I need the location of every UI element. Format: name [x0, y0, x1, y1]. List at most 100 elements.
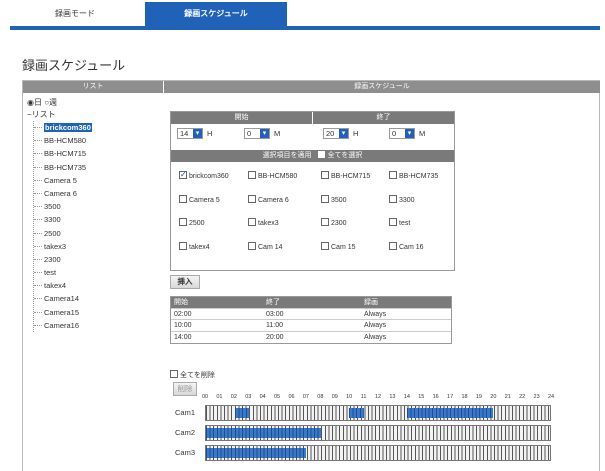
tree-item[interactable]: 3500 — [34, 200, 161, 213]
tree-root-label: リスト — [31, 110, 56, 119]
camera-checkbox[interactable] — [389, 241, 397, 250]
timeline-segment[interactable] — [206, 428, 321, 438]
insert-button[interactable]: 挿入 — [170, 275, 200, 289]
camera-checkbox-item[interactable]: BB-HCM715 — [321, 171, 370, 181]
schedule-table-header: 開始 終了 録画 — [171, 297, 451, 309]
camera-checkbox-item[interactable]: Camera 6 — [248, 194, 289, 205]
camera-checkbox[interactable] — [179, 170, 187, 179]
tree-item[interactable]: Camera14 — [34, 292, 161, 305]
camera-checkbox-label: Camera 5 — [189, 196, 220, 204]
hour-tick-label: 05 — [274, 394, 281, 400]
camera-checkbox[interactable] — [321, 171, 329, 179]
camera-checkbox-label: BB-HCM735 — [399, 173, 439, 180]
tree-item[interactable]: brickcom360 — [34, 121, 161, 134]
end-hour-select[interactable]: 20 — [323, 128, 349, 139]
hour-tick-label: 16 — [432, 394, 439, 400]
start-hour-select[interactable]: 14 — [177, 128, 203, 139]
delete-all-checkbox[interactable] — [170, 370, 178, 378]
camera-checkbox-item[interactable]: 3500 — [321, 194, 347, 205]
camera-checkbox-item[interactable]: Cam 16 — [389, 241, 424, 252]
cell-end: 11:00 — [266, 322, 283, 329]
tree-item[interactable]: 2300 — [34, 253, 161, 266]
hour-tick-label: 15 — [418, 394, 425, 400]
hour-tick-label: 14 — [403, 394, 410, 400]
camera-checkbox[interactable] — [248, 218, 256, 226]
timeline-segment[interactable] — [206, 448, 307, 458]
camera-checkbox[interactable] — [321, 241, 329, 250]
hour-tick-label: 10 — [346, 394, 353, 400]
end-header: 終了 — [313, 112, 454, 124]
camera-checkbox[interactable] — [321, 194, 329, 203]
camera-checkbox-item[interactable]: 3300 — [389, 194, 415, 205]
tree-item[interactable]: 3300 — [34, 213, 161, 226]
timeline-segment[interactable] — [406, 408, 493, 418]
cell-recording: Always — [364, 333, 387, 341]
camera-checkbox-item[interactable]: 2300 — [321, 218, 347, 228]
radio-day[interactable]: ◉日 — [27, 98, 42, 107]
camera-checkbox[interactable] — [321, 218, 329, 226]
delete-button[interactable]: 削除 — [173, 382, 197, 396]
table-row[interactable]: 02:00 03:00 Always — [171, 309, 451, 320]
camera-checkbox-item[interactable]: brickcom360 — [179, 170, 229, 181]
hour-tick-label: 18 — [461, 394, 468, 400]
tree-item[interactable]: 2500 — [34, 227, 161, 240]
table-row[interactable]: 10:00 11:00 Always — [171, 320, 451, 332]
tree-item[interactable]: BB-HCM580 — [34, 134, 161, 147]
tree-item[interactable]: Camera 6 — [34, 187, 161, 200]
view-radio-group: ◉日 ○週 — [27, 97, 161, 109]
camera-checkbox-item[interactable]: Camera 5 — [179, 194, 220, 205]
table-row[interactable]: 14:00 20:00 Always — [171, 332, 451, 344]
delete-all-option[interactable]: 全てを削除 — [170, 370, 215, 380]
hour-tick-label: 04 — [259, 394, 266, 400]
camera-checkbox[interactable] — [179, 241, 187, 250]
end-minute-select[interactable]: 0 — [389, 128, 415, 139]
tree-item[interactable]: Camera16 — [34, 319, 161, 332]
camera-checkbox-item[interactable]: BB-HCM580 — [248, 171, 297, 181]
cell-start: 10:00 — [174, 322, 192, 329]
hour-tick-label: 12 — [374, 394, 382, 400]
hour-tick-label: 22 — [519, 394, 526, 400]
tab-recording-schedule[interactable]: 録画スケジュール — [145, 2, 287, 26]
tree-item[interactable]: Camera 5 — [34, 174, 161, 187]
camera-checkbox[interactable] — [389, 218, 397, 226]
timeline-bar[interactable] — [205, 405, 551, 421]
tree-item[interactable]: takex4 — [34, 279, 161, 292]
cell-start: 14:00 — [174, 333, 192, 341]
camera-checkbox[interactable] — [248, 194, 256, 203]
tree-list: brickcom360 BB-HCM580 BB-HCM715 BB-HCM735 Ca… — [33, 121, 161, 332]
timeline-bar[interactable] — [205, 425, 551, 441]
apply-selection-link[interactable]: 選択項目を適用 — [263, 152, 312, 159]
camera-checkbox[interactable] — [179, 218, 187, 226]
tree-item[interactable]: Camera15 — [34, 306, 161, 319]
tree-item[interactable]: BB-HCM735 — [34, 161, 161, 174]
radio-week[interactable]: ○週 — [44, 98, 57, 107]
tree-item[interactable]: takex3 — [34, 240, 161, 253]
tree-item-label: 3500 — [44, 202, 61, 212]
camera-checkbox-item[interactable]: BB-HCM735 — [389, 171, 438, 181]
hour-tick-label: 20 — [490, 394, 497, 400]
timeline-bar[interactable] — [205, 445, 551, 461]
select-all-checkbox[interactable] — [317, 151, 325, 158]
camera-checkbox-item[interactable]: takex4 — [179, 241, 210, 252]
camera-checkbox-item[interactable]: 2500 — [179, 218, 205, 228]
tree-item[interactable]: test — [34, 266, 161, 279]
tab-recording-mode[interactable]: 録画モード — [30, 2, 120, 26]
camera-checkbox[interactable] — [179, 194, 187, 203]
timeline-row: Cam3 — [175, 445, 551, 461]
camera-checkbox-item[interactable]: Cam 14 — [248, 241, 283, 252]
camera-checkbox-label: takex3 — [258, 220, 279, 227]
tree-item[interactable]: BB-HCM715 — [34, 147, 161, 160]
timeline-segment[interactable] — [349, 408, 364, 418]
tree-root[interactable]: −リスト — [27, 109, 161, 121]
camera-checkbox-item[interactable]: Cam 15 — [321, 241, 356, 252]
camera-checkbox[interactable] — [248, 171, 256, 179]
camera-checkbox[interactable] — [389, 194, 397, 203]
hour-tick-label: 11 — [360, 394, 367, 400]
camera-checkbox[interactable] — [389, 171, 397, 179]
camera-checkbox-item[interactable]: takex3 — [248, 218, 279, 228]
camera-checkbox-item[interactable]: test — [389, 218, 410, 228]
timeline-segment[interactable] — [234, 408, 249, 418]
start-minute-select[interactable]: 0 — [244, 128, 270, 139]
hour-tick-label: 01 — [216, 394, 223, 400]
camera-checkbox[interactable] — [248, 241, 256, 250]
